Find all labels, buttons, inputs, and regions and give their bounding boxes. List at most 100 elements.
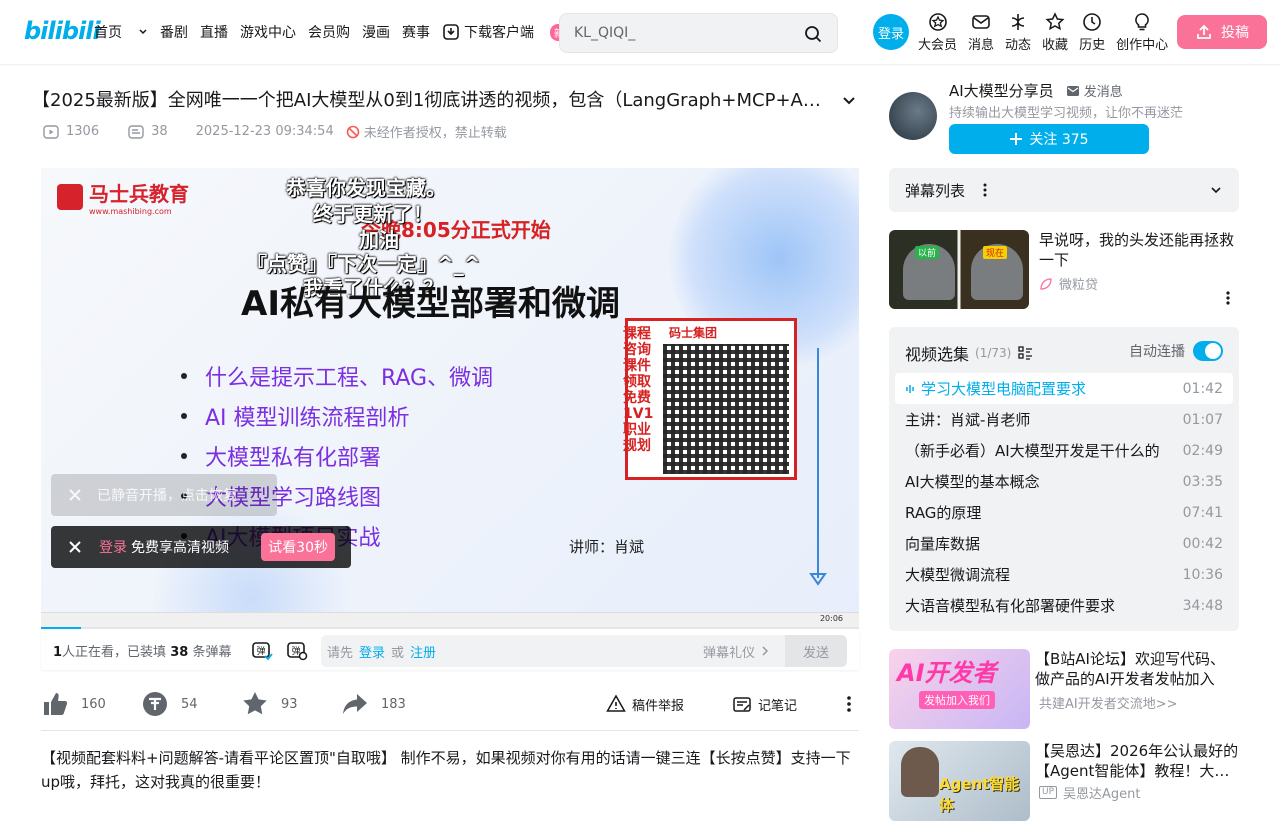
send-message-link[interactable]: 发消息 [1066, 81, 1123, 100]
more-vertical-icon[interactable] [845, 694, 853, 714]
episode-item[interactable]: 大模型微调流程 10:36 [895, 559, 1233, 590]
video-actions: 160 54 93 183 稿件举报 记笔记 [41, 686, 859, 722]
mail-icon [1066, 85, 1079, 96]
list-view-icon[interactable] [1017, 345, 1033, 361]
upload-button[interactable]: 投稿 [1177, 15, 1267, 49]
lecturer-name: 讲师：肖斌 [569, 538, 645, 556]
top-header: bilibili 首页 番剧 直播 游戏中心 会员购 漫画 赛事 下载客户端 新… [0, 0, 1280, 64]
slide-decoration-line [817, 348, 819, 578]
like-button[interactable]: 160 [41, 690, 141, 718]
vip-icon [928, 13, 947, 31]
slide-bullet: AI 模型训练流程剖析 [181, 400, 493, 432]
more-vertical-icon[interactable] [1225, 290, 1231, 306]
nav-live[interactable]: 直播 [200, 22, 228, 42]
danmaku-register-link[interactable]: 注册 [410, 642, 436, 661]
share-icon [343, 694, 367, 714]
autoplay-toggle[interactable]: 自动连播 [1129, 341, 1223, 361]
forbidden-icon [346, 125, 360, 138]
chevron-right-icon [762, 646, 769, 656]
episode-list-header: 视频选集 (1/73) [905, 341, 1033, 365]
nav-anime[interactable]: 番剧 [160, 22, 188, 42]
follow-button[interactable]: 关注 375 [949, 124, 1149, 154]
danmaku-login-link[interactable]: 登录 [359, 642, 385, 661]
danmaku-send-button[interactable]: 发送 [785, 635, 847, 667]
dynamic-entry[interactable]: 动态 [1005, 12, 1031, 53]
watching-info: 1人正在看，已装填 38 条弹幕 [53, 644, 232, 660]
favorite-button[interactable]: 93 [241, 690, 341, 718]
danmaku-item: 恭喜你发现宝藏。 [286, 176, 446, 200]
search-icon[interactable] [803, 24, 823, 44]
nav-esports[interactable]: 赛事 [402, 22, 430, 42]
favorites-entry[interactable]: 收藏 [1042, 12, 1068, 53]
episode-item[interactable]: 向量库数据 00:42 [895, 528, 1233, 559]
ad-title[interactable]: 早说呀，我的头发还能再拯救一下 [1039, 230, 1239, 270]
episode-item[interactable]: RAG的原理 07:41 [895, 497, 1233, 528]
note-button[interactable]: 记笔记 [732, 694, 821, 714]
coin-button[interactable]: 54 [141, 690, 241, 718]
slide-bullet: 什么是提示工程、RAG、微调 [181, 360, 493, 392]
progress-bar[interactable] [41, 627, 859, 629]
search-box[interactable] [559, 13, 838, 53]
message-icon [972, 15, 990, 29]
nav-manga[interactable]: 漫画 [362, 22, 390, 42]
warning-icon [606, 694, 626, 712]
recommend-title[interactable]: 【B站AI论坛】欢迎写代码、做产品的AI开发者发帖加入 [1035, 649, 1239, 689]
nav-mall[interactable]: 会员购 [308, 22, 350, 42]
more-vertical-icon[interactable] [981, 182, 989, 198]
episode-item[interactable]: 学习大模型电脑配置要求 01:42 [895, 373, 1233, 404]
recommend-card[interactable]: AI开发者 发帖加入我们 【B站AI论坛】欢迎写代码、做产品的AI开发者发帖加入… [889, 649, 1239, 729]
history-entry[interactable]: 历史 [1079, 12, 1105, 53]
search-input[interactable] [574, 25, 794, 41]
danmaku-list-panel[interactable]: 弹幕列表 [889, 168, 1239, 212]
danmaku-input[interactable]: 请先 登录 或 注册 弹幕礼仪 发送 [321, 635, 847, 667]
episode-item[interactable]: 大语音模型私有化部署硬件要求 34:48 [895, 590, 1233, 621]
close-icon[interactable] [67, 487, 83, 503]
nav-home[interactable]: 首页 [94, 22, 148, 42]
message-entry[interactable]: 消息 [968, 12, 994, 53]
nav-game-center[interactable]: 游戏中心 [240, 22, 296, 42]
uploader-avatar[interactable] [889, 92, 937, 140]
ad-card[interactable]: 以前 现在 早说呀，我的头发还能再拯救一下 微粒贷 [889, 230, 1239, 310]
danmaku-count: 38 [127, 123, 182, 141]
recommend-thumbnail: Agent智能体 [889, 741, 1030, 821]
danmaku-settings-icon[interactable]: 弹 [286, 639, 308, 661]
toast-login-link[interactable]: 登录 [99, 537, 127, 557]
bulb-icon [1135, 13, 1149, 31]
video-taskbar: 20:06 [41, 612, 859, 628]
danmaku-etiquette-link[interactable]: 弹幕礼仪 [703, 642, 771, 661]
creator-center-entry[interactable]: 创作中心 [1116, 12, 1168, 53]
video-title: 【2025最新版】全网唯一一个把AI大模型从0到1彻底讲透的视频，包含（Lang… [32, 90, 832, 111]
ad-leaf-icon [1040, 277, 1052, 290]
bilibili-logo[interactable]: bilibili [24, 16, 101, 46]
copyright-notice: 未经作者授权，禁止转载 [346, 122, 521, 141]
svg-text:弹: 弹 [256, 645, 265, 657]
login-button[interactable]: 登录 [873, 14, 909, 50]
share-button[interactable]: 183 [341, 690, 441, 718]
chevron-down-icon[interactable] [1209, 183, 1223, 197]
danmaku-toggle-icon[interactable]: 弹 [251, 639, 273, 661]
autoplay-switch[interactable] [1193, 341, 1223, 361]
note-icon [733, 697, 751, 712]
vip-entry[interactable]: 大会员 [918, 12, 957, 53]
try-30s-button[interactable]: 试看30秒 [261, 533, 335, 561]
expand-title-chevron-icon[interactable] [840, 92, 858, 110]
recommend-source[interactable]: 共建AI开发者交流地>> [1039, 693, 1178, 712]
episode-item[interactable]: 主讲：肖斌-肖老师 01:07 [895, 404, 1233, 435]
thumb-person [901, 747, 939, 797]
video-player[interactable]: 马士兵教育 www.mashibing.com 今晚8:05分正式开始 恭喜你发现… [41, 168, 859, 628]
slide-bullet: 大模型私有化部署 [181, 440, 493, 472]
star-icon [1045, 12, 1065, 31]
muted-toast[interactable]: 已静音开播，点击恢复 [51, 474, 277, 516]
ad-source: 微粒贷 [1039, 274, 1098, 293]
uploader-signature: 持续输出大模型学习视频，让你不再迷茫 [949, 106, 1184, 121]
recommend-source: UP 吴恩达Agent [1039, 783, 1141, 802]
video-meta: 1306 38 2025-12-23 09:34:54 未经作者授权，禁止转载 [42, 122, 535, 141]
episode-item[interactable]: （新手必看）AI大模型开发是干什么的 02:49 [895, 435, 1233, 466]
recommend-title[interactable]: 【吴恩达】2026年公认最好的【Agent智能体】教程！大… [1035, 741, 1239, 781]
report-button[interactable]: 稿件举报 [606, 694, 708, 714]
uploader-name[interactable]: AI大模型分享员 发消息 [949, 80, 1123, 101]
episode-item[interactable]: AI大模型的基本概念 03:35 [895, 466, 1233, 497]
episode-list-panel: 视频选集 (1/73) 自动连播 学习大模型电脑配置要求 01:42 主讲：肖斌… [889, 327, 1239, 631]
recommend-card[interactable]: Agent智能体 【吴恩达】2026年公认最好的【Agent智能体】教程！大… … [889, 741, 1239, 821]
close-icon[interactable] [67, 539, 83, 555]
